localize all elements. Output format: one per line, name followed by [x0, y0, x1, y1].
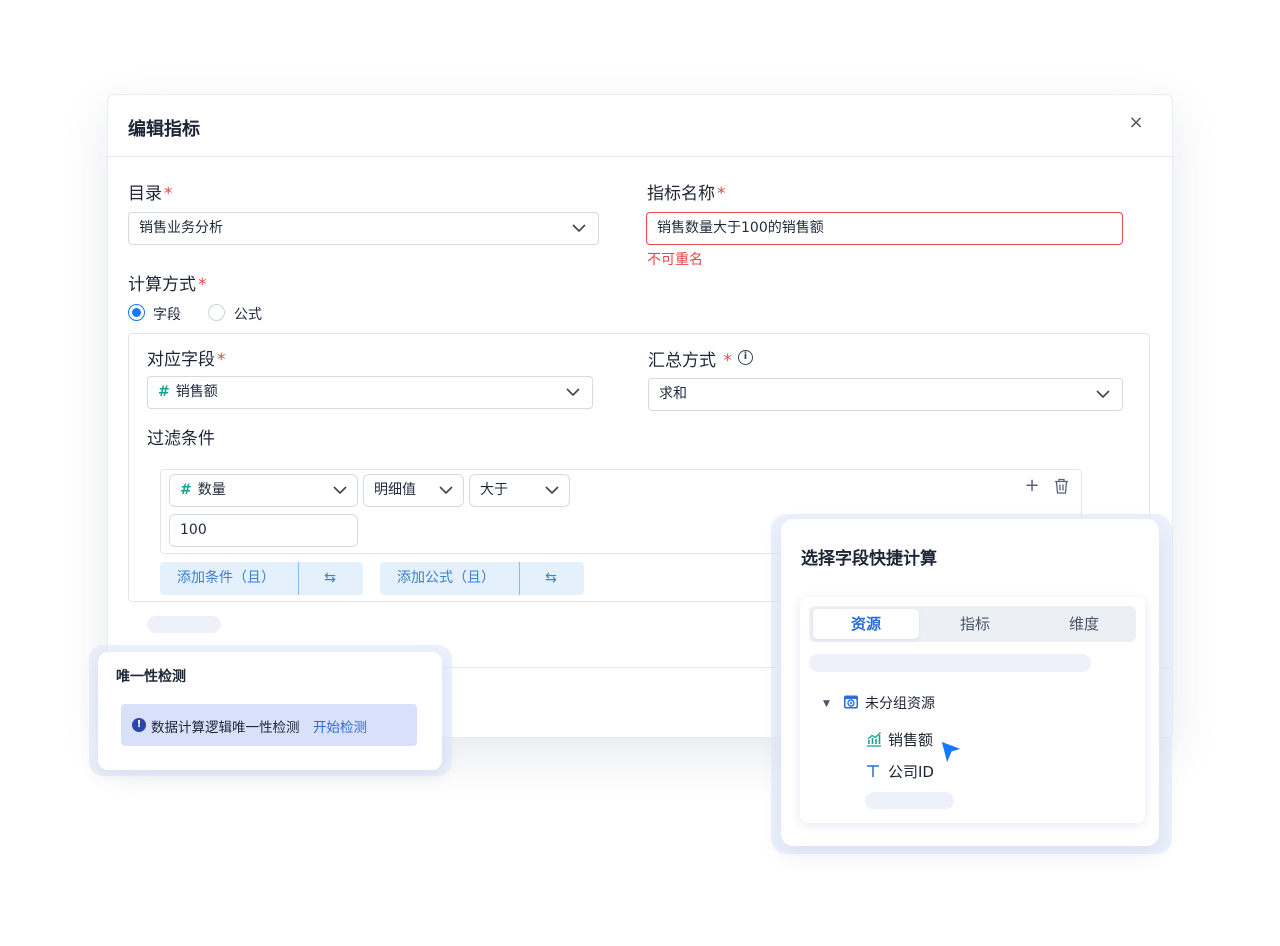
- add-condition-button[interactable]: 添加条件（且） ⇆: [160, 562, 363, 595]
- condition-mode-select[interactable]: 明细值: [363, 474, 464, 507]
- condition-field-select[interactable]: # 数量: [169, 474, 358, 507]
- radio-formula-label: 公式: [234, 307, 262, 323]
- catalog-label: 目录 *: [128, 184, 173, 204]
- close-icon[interactable]: ×: [1126, 113, 1146, 133]
- metric-name-label: 指标名称 *: [647, 184, 726, 204]
- metric-chart-icon: [866, 731, 882, 751]
- condition-mode-value: 明细值: [374, 482, 416, 498]
- radio-field-label: 字段: [153, 307, 181, 323]
- resource-group-label[interactable]: 未分组资源: [865, 693, 935, 713]
- agg-label: 汇总方式 *: [648, 351, 732, 371]
- tab-dimensions[interactable]: 维度: [1031, 609, 1137, 639]
- field-select[interactable]: # 销售额: [147, 376, 593, 409]
- skeleton-placeholder: [865, 792, 954, 809]
- field-select-value: 销售额: [175, 384, 218, 400]
- chevron-down-icon: [572, 213, 586, 244]
- chevron-down-icon: [566, 377, 580, 408]
- agg-select[interactable]: 求和: [648, 378, 1123, 411]
- delete-icon[interactable]: [1053, 478, 1069, 494]
- resource-group-icon: [843, 694, 859, 714]
- filter-label: 过滤条件: [147, 429, 215, 449]
- condition-operator-select[interactable]: 大于: [469, 474, 570, 507]
- field-label: 对应字段 *: [147, 350, 226, 370]
- condition-value-input[interactable]: 100: [169, 514, 358, 547]
- metric-name-error: 不可重名: [647, 252, 703, 268]
- tab-resources[interactable]: 资源: [813, 609, 919, 639]
- condition-value: 100: [180, 522, 207, 538]
- tab-metrics[interactable]: 指标: [922, 609, 1028, 639]
- skeleton-search: [809, 654, 1091, 672]
- add-condition-label: 添加条件（且）: [177, 570, 275, 586]
- uniqueness-message: 数据计算逻辑唯一性检测: [151, 720, 300, 736]
- chevron-down-icon: [1096, 379, 1110, 410]
- add-formula-button[interactable]: 添加公式（且） ⇆: [380, 562, 584, 595]
- add-formula-label: 添加公式（且）: [397, 570, 495, 586]
- chevron-down-icon: [545, 475, 559, 506]
- condition-operator-value: 大于: [480, 482, 508, 498]
- agg-select-value: 求和: [659, 386, 687, 402]
- start-check-link[interactable]: 开始检测: [313, 716, 367, 736]
- text-type-icon: [866, 764, 880, 782]
- add-condition-icon[interactable]: +: [1024, 477, 1040, 495]
- condition-field-value: 数量: [197, 482, 226, 498]
- caret-down-icon[interactable]: ▼: [823, 699, 830, 709]
- catalog-select-value: 销售业务分析: [139, 220, 223, 236]
- swap-icon[interactable]: ⇆: [320, 562, 340, 595]
- stage: 编辑指标 × 目录 * 销售业务分析 指标名称 * 销售数量大于100的销售额 不可…: [0, 0, 1280, 946]
- swap-icon[interactable]: ⇆: [541, 562, 561, 595]
- button-divider: [519, 562, 520, 595]
- radio-formula[interactable]: [208, 304, 225, 321]
- quick-calc-title: 选择字段快捷计算: [801, 549, 937, 569]
- tree-item-sales[interactable]: 销售额: [888, 729, 933, 750]
- quick-calc-inner: 资源 指标 维度 ▼ 未分组资源 销售额 公司ID: [800, 597, 1145, 823]
- skeleton-placeholder: [147, 616, 221, 633]
- uniqueness-popup: 唯一性检测 ! 数据计算逻辑唯一性检测 开始检测: [98, 652, 442, 770]
- mouse-cursor-icon: [940, 740, 964, 770]
- hash-icon: #: [158, 384, 170, 400]
- info-icon[interactable]: i: [738, 350, 753, 365]
- chevron-down-icon: [333, 475, 347, 506]
- catalog-select[interactable]: 销售业务分析: [128, 212, 599, 245]
- metric-name-input[interactable]: 销售数量大于100的销售额: [646, 212, 1123, 245]
- uniqueness-alert: ! 数据计算逻辑唯一性检测 开始检测: [121, 704, 417, 746]
- quick-calc-tabs: 资源 指标 维度: [809, 606, 1136, 642]
- button-divider: [298, 562, 299, 595]
- tree-item-company-id[interactable]: 公司ID: [888, 761, 934, 782]
- metric-name-value: 销售数量大于100的销售额: [657, 220, 824, 236]
- calc-mode-label: 计算方式 *: [128, 275, 207, 295]
- alert-icon: !: [132, 718, 146, 732]
- uniqueness-title: 唯一性检测: [116, 669, 186, 685]
- radio-field[interactable]: [128, 304, 145, 321]
- dialog-header: 编辑指标 ×: [108, 95, 1172, 157]
- quick-calc-panel: 选择字段快捷计算 资源 指标 维度 ▼ 未分组资源 销售额 公司ID: [781, 519, 1159, 846]
- chevron-down-icon: [439, 475, 453, 506]
- hash-icon: #: [180, 482, 192, 498]
- dialog-title: 编辑指标: [128, 119, 200, 140]
